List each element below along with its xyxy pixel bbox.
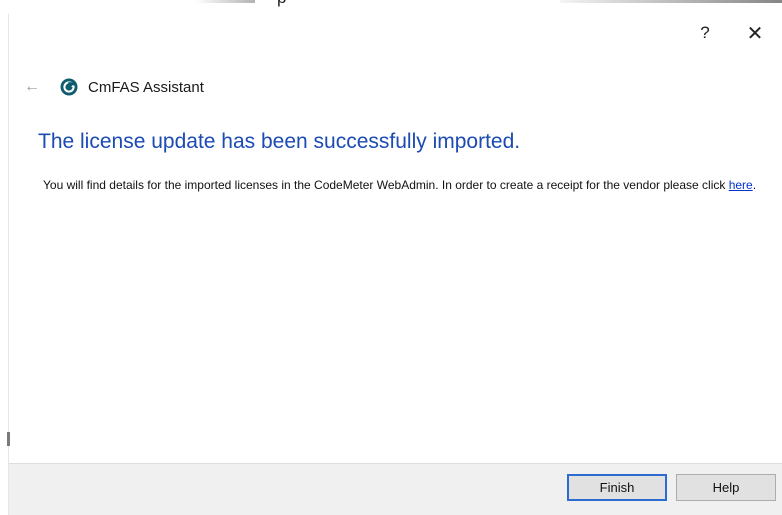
wizard-header: ← CmFAS Assistant	[24, 75, 204, 99]
app-title: CmFAS Assistant	[88, 78, 204, 96]
info-text: You will find details for the imported l…	[43, 178, 729, 192]
back-arrow-icon[interactable]: ←	[24, 79, 40, 95]
info-text-end: .	[752, 178, 757, 192]
finish-button[interactable]: Finish	[567, 474, 667, 501]
assistant-window: p ? ✕ ← CmFAS Assistant The license upda…	[0, 0, 782, 515]
strip-fragment-text: p	[277, 0, 286, 6]
strip-shade-left	[195, 0, 255, 3]
strip-shade-right	[560, 0, 782, 3]
help-button[interactable]: ?	[682, 18, 728, 48]
left-edge-nub	[7, 432, 10, 446]
help-bottom-button[interactable]: Help	[676, 474, 776, 501]
receipt-link[interactable]: here	[729, 178, 753, 192]
background-window-strip: p	[0, 0, 782, 14]
button-bar: Finish Help	[9, 463, 782, 515]
info-paragraph: You will find details for the imported l…	[43, 177, 763, 194]
page-title: The license update has been successfully…	[38, 130, 521, 153]
title-bar-controls: ? ✕	[682, 18, 782, 48]
window-left-edge	[0, 14, 10, 515]
codemeter-logo-icon	[60, 78, 78, 96]
close-button[interactable]: ✕	[728, 18, 782, 48]
